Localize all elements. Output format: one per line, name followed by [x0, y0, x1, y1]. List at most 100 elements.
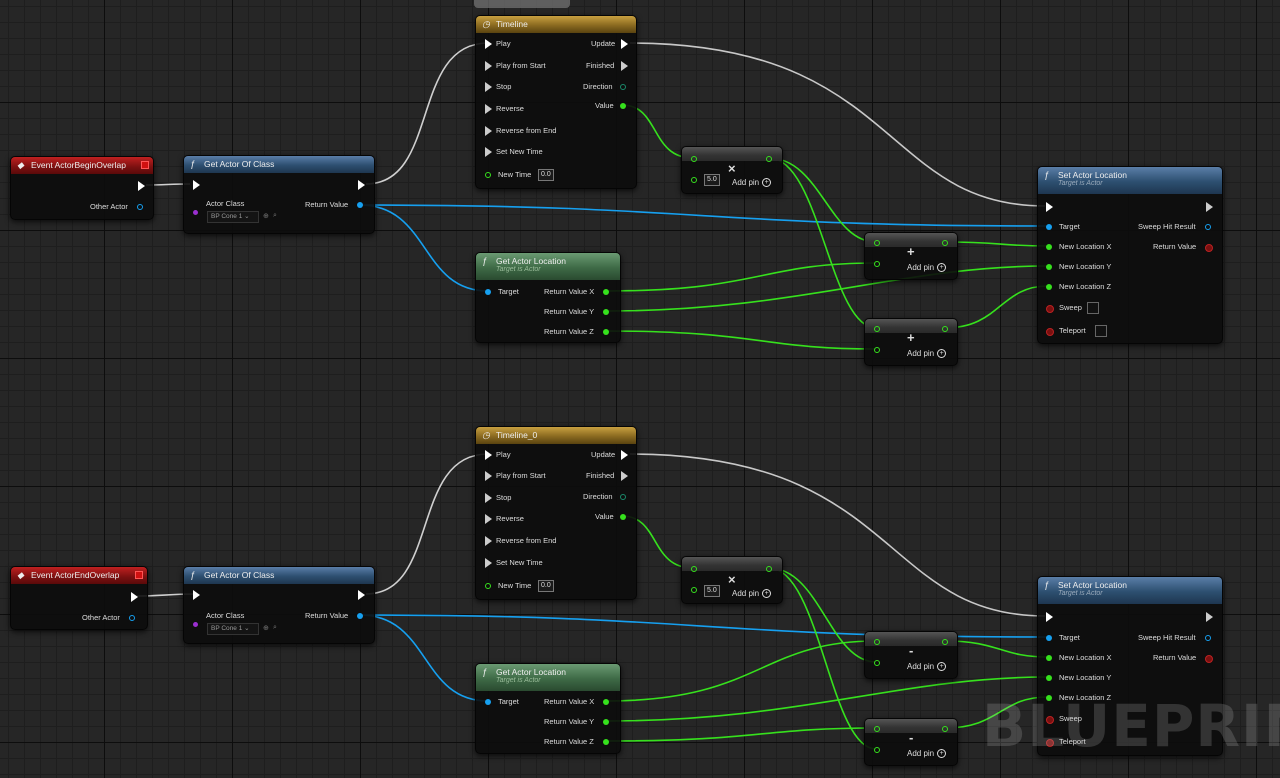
- new-time-input[interactable]: 0.0: [538, 169, 554, 181]
- multiply-node[interactable]: 5.0 × Add pin +: [681, 146, 783, 194]
- event-end-overlap-node[interactable]: ◆ Event ActorEndOverlap Other Actor: [10, 566, 148, 630]
- play-pin[interactable]: [485, 39, 492, 49]
- teleport-checkbox[interactable]: [1095, 325, 1107, 337]
- use-selected-icon[interactable]: ⊕: [263, 624, 269, 632]
- sweep-checkbox[interactable]: [1087, 302, 1099, 314]
- exec-out-pin[interactable]: [138, 181, 145, 191]
- browse-icon[interactable]: ⌕: [273, 624, 277, 632]
- reverse-pin[interactable]: [485, 104, 492, 114]
- subtract-node[interactable]: - Add pin +: [864, 631, 958, 679]
- reverse-from-end-pin[interactable]: [485, 536, 492, 546]
- target-pin[interactable]: [1046, 635, 1052, 641]
- multiply-a-pin[interactable]: [691, 156, 697, 162]
- actor-class-pin[interactable]: [193, 622, 198, 627]
- set-new-time-pin[interactable]: [485, 558, 492, 568]
- return-value-pin[interactable]: [357, 202, 363, 208]
- multiply-b-pin[interactable]: [691, 177, 697, 183]
- update-pin[interactable]: [621, 450, 628, 460]
- add-node[interactable]: + Add pin +: [864, 318, 958, 366]
- play-pin[interactable]: [485, 450, 492, 460]
- add-pin-button[interactable]: Add pin +: [907, 662, 947, 672]
- subtract-out-pin[interactable]: [942, 639, 948, 645]
- stop-pin[interactable]: [485, 82, 492, 92]
- return-x-pin[interactable]: [603, 289, 609, 295]
- target-pin[interactable]: [485, 699, 491, 705]
- direction-pin[interactable]: [620, 494, 626, 500]
- other-actor-pin[interactable]: [137, 204, 143, 210]
- sweep-pin[interactable]: [1046, 305, 1054, 313]
- add-b-pin[interactable]: [874, 261, 880, 267]
- exec-out-pin[interactable]: [1206, 202, 1213, 212]
- return-x-pin[interactable]: [603, 699, 609, 705]
- exec-in-pin[interactable]: [1046, 612, 1053, 622]
- play-from-start-pin[interactable]: [485, 61, 492, 71]
- new-location-x-pin[interactable]: [1046, 244, 1052, 250]
- subtract-a-pin[interactable]: [874, 726, 880, 732]
- sweep-hit-result-pin[interactable]: [1205, 224, 1211, 230]
- exec-out-pin[interactable]: [358, 590, 365, 600]
- return-y-pin[interactable]: [603, 309, 609, 315]
- new-time-pin[interactable]: [485, 172, 491, 178]
- set-new-time-pin[interactable]: [485, 147, 492, 157]
- multiply-node[interactable]: 5.0 × Add pin +: [681, 556, 783, 604]
- reverse-from-end-pin[interactable]: [485, 126, 492, 136]
- delegate-pin-icon[interactable]: [141, 161, 149, 169]
- subtract-b-pin[interactable]: [874, 747, 880, 753]
- subtract-node[interactable]: - Add pin +: [864, 718, 958, 766]
- add-a-pin[interactable]: [874, 326, 880, 332]
- delegate-pin-icon[interactable]: [135, 571, 143, 579]
- actor-class-dropdown[interactable]: BP Cone 1 ⌄: [207, 623, 259, 635]
- value-pin[interactable]: [620, 103, 626, 109]
- subtract-b-pin[interactable]: [874, 660, 880, 666]
- return-z-pin[interactable]: [603, 329, 609, 335]
- value-pin[interactable]: [620, 514, 626, 520]
- add-pin-button[interactable]: Add pin +: [907, 749, 947, 759]
- add-node[interactable]: + Add pin +: [864, 232, 958, 280]
- add-pin-button[interactable]: Add pin +: [732, 178, 772, 188]
- new-time-pin[interactable]: [485, 583, 491, 589]
- get-actor-of-class-node[interactable]: ƒ Get Actor Of Class Actor Class BP Cone…: [183, 566, 375, 644]
- add-b-pin[interactable]: [874, 347, 880, 353]
- update-pin[interactable]: [621, 39, 628, 49]
- finished-pin[interactable]: [621, 471, 628, 481]
- event-begin-overlap-node[interactable]: ◆ Event ActorBeginOverlap Other Actor: [10, 156, 154, 220]
- timeline-node[interactable]: ◷ Timeline Play Play from Start Stop Rev…: [475, 15, 637, 189]
- actor-class-dropdown[interactable]: BP Cone 1 ⌄: [207, 211, 259, 223]
- actor-class-pin[interactable]: [193, 210, 198, 215]
- return-z-pin[interactable]: [603, 739, 609, 745]
- sweep-hit-result-pin[interactable]: [1205, 635, 1211, 641]
- return-y-pin[interactable]: [603, 719, 609, 725]
- new-location-z-pin[interactable]: [1046, 284, 1052, 290]
- return-value-pin[interactable]: [1205, 655, 1213, 663]
- multiply-out-pin[interactable]: [766, 566, 772, 572]
- multiply-a-pin[interactable]: [691, 566, 697, 572]
- subtract-out-pin[interactable]: [942, 726, 948, 732]
- stop-pin[interactable]: [485, 493, 492, 503]
- add-pin-button[interactable]: Add pin +: [907, 349, 947, 359]
- direction-pin[interactable]: [620, 84, 626, 90]
- get-actor-location-node[interactable]: ƒ Get Actor Location Target is Actor Tar…: [475, 663, 621, 754]
- reverse-pin[interactable]: [485, 514, 492, 524]
- exec-out-pin[interactable]: [131, 592, 138, 602]
- target-pin[interactable]: [1046, 224, 1052, 230]
- multiply-b-input[interactable]: 5.0: [704, 585, 720, 597]
- add-pin-button[interactable]: Add pin +: [732, 589, 772, 599]
- multiply-b-pin[interactable]: [691, 587, 697, 593]
- new-location-y-pin[interactable]: [1046, 264, 1052, 270]
- new-time-input[interactable]: 0.0: [538, 580, 554, 592]
- add-pin-button[interactable]: Add pin +: [907, 263, 947, 273]
- return-value-pin[interactable]: [1205, 244, 1213, 252]
- new-location-y-pin[interactable]: [1046, 675, 1052, 681]
- add-out-pin[interactable]: [942, 326, 948, 332]
- add-a-pin[interactable]: [874, 240, 880, 246]
- timeline-node[interactable]: ◷ Timeline_0 Play Play from Start Stop R…: [475, 426, 637, 600]
- get-actor-location-node[interactable]: ƒ Get Actor Location Target is Actor Tar…: [475, 252, 621, 343]
- return-value-pin[interactable]: [357, 613, 363, 619]
- exec-out-pin[interactable]: [358, 180, 365, 190]
- finished-pin[interactable]: [621, 61, 628, 71]
- get-actor-of-class-node[interactable]: ƒ Get Actor Of Class Actor Class BP Cone…: [183, 155, 375, 234]
- multiply-b-input[interactable]: 5.0: [704, 174, 720, 186]
- exec-in-pin[interactable]: [193, 180, 200, 190]
- browse-icon[interactable]: ⌕: [273, 212, 277, 220]
- new-location-x-pin[interactable]: [1046, 655, 1052, 661]
